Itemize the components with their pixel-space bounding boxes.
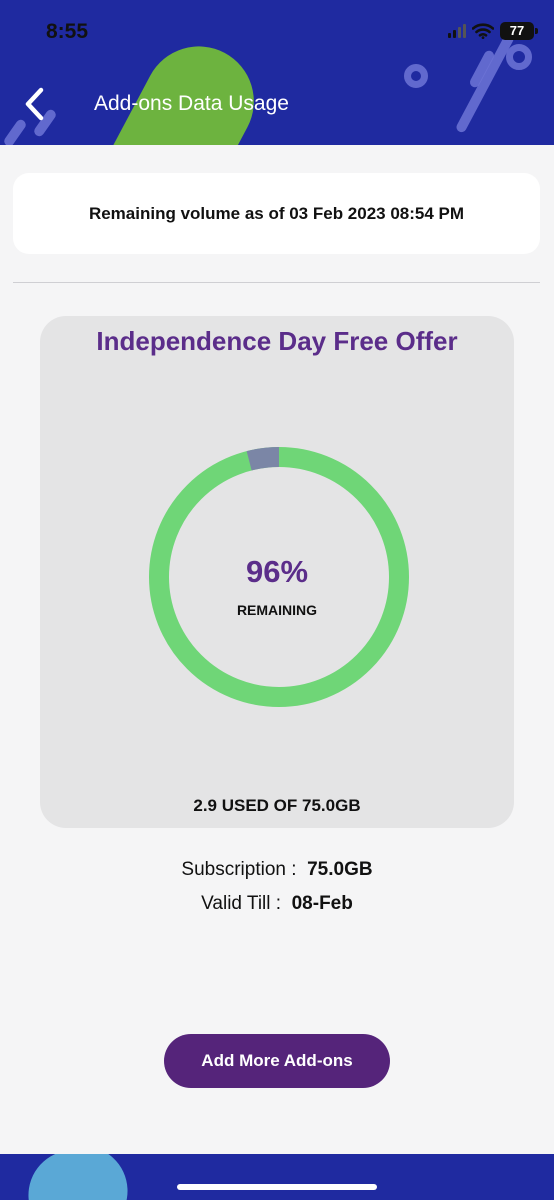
header-decoration [72, 27, 274, 145]
valid-till-row: Valid Till : 08-Feb [0, 893, 554, 915]
footer-decoration [13, 1154, 143, 1200]
header-decoration [506, 44, 532, 70]
remaining-label: REMAINING [236, 602, 318, 618]
offer-card: Independence Day Free Offer 96% REMAININ… [40, 316, 514, 828]
remaining-percent: 96% [245, 554, 309, 589]
status-time: 8:55 [46, 20, 89, 43]
valid-till-label: Valid Till : [201, 893, 282, 914]
subscription-value: 75.0GB [307, 859, 373, 880]
back-button[interactable] [14, 84, 54, 124]
status-icons: 77 [448, 22, 538, 40]
usage-summary: 2.9 USED OF 75.0GB [193, 796, 361, 815]
home-indicator [177, 1184, 377, 1190]
offer-title: Independence Day Free Offer [96, 326, 458, 356]
remaining-volume-text: Remaining volume as of 03 Feb 2023 08:54… [88, 203, 465, 223]
remaining-volume-card: Remaining volume as of 03 Feb 2023 08:54… [13, 173, 540, 254]
app-header: 8:55 77 Add-ons Data Usage [0, 0, 554, 145]
divider [13, 282, 540, 283]
subscription-label: Subscription : [181, 859, 297, 880]
header-decoration [454, 32, 516, 134]
header-decoration [404, 64, 428, 88]
chevron-left-icon [25, 87, 44, 121]
subscription-row: Subscription : 75.0GB [0, 859, 554, 881]
signal-icon [448, 24, 466, 38]
add-more-addons-button[interactable]: Add More Add-ons [164, 1034, 390, 1088]
app-footer [0, 1154, 554, 1200]
wifi-icon [472, 23, 494, 39]
battery-icon: 77 [500, 22, 538, 40]
page-title: Add-ons Data Usage [94, 92, 289, 115]
valid-till-value: 08-Feb [291, 893, 353, 914]
